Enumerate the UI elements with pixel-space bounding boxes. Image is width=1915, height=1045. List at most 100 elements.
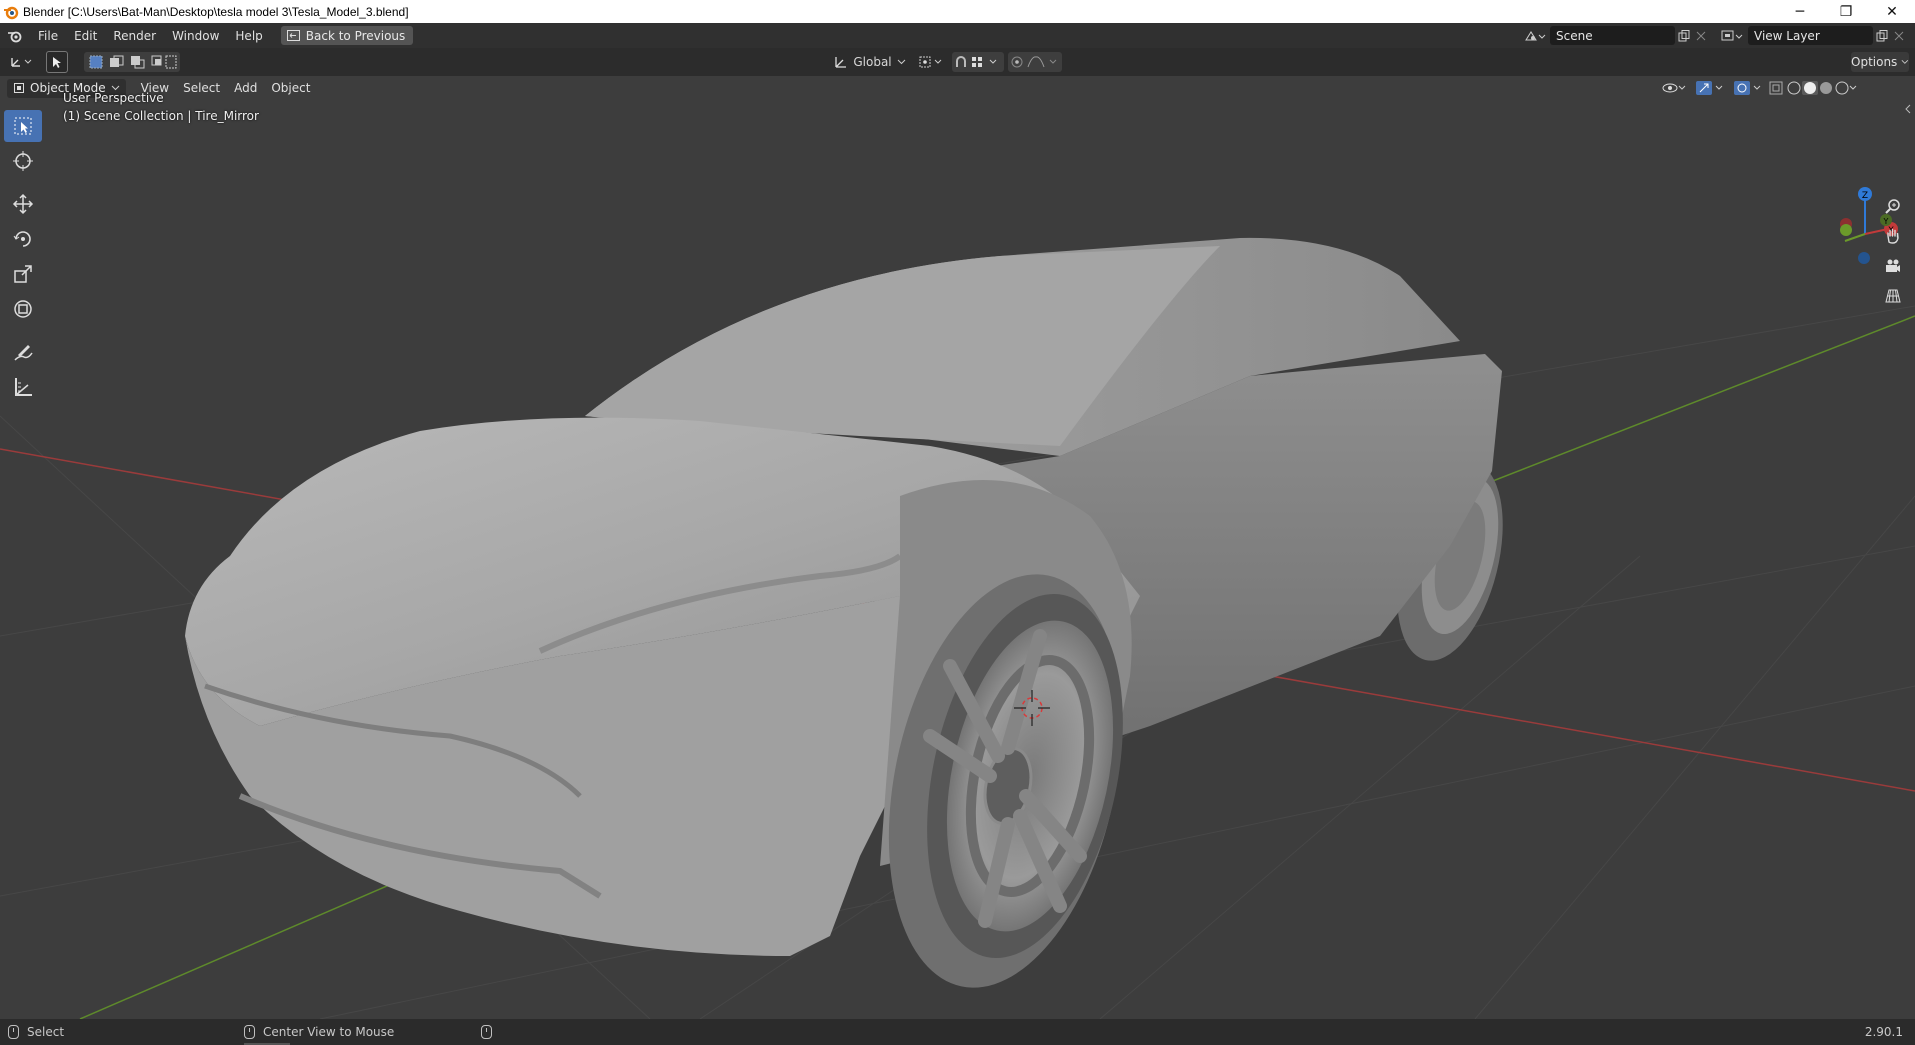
restore-button[interactable]: ❐ — [1823, 0, 1869, 23]
delete-scene-button[interactable] — [1693, 26, 1709, 45]
x-icon — [1894, 31, 1904, 40]
snap-icon — [956, 56, 997, 67]
scene-icon — [1525, 30, 1546, 40]
mouse-middle-icon — [244, 1025, 255, 1039]
blender-icon — [8, 31, 22, 42]
tool-annotate[interactable] — [4, 336, 42, 368]
restore-icon: ❐ — [1839, 3, 1853, 20]
tool-rotate[interactable] — [4, 223, 42, 255]
select-box-icon — [14, 117, 32, 135]
tool-cursor[interactable] — [4, 145, 42, 177]
cursor-icon — [13, 151, 33, 171]
menu-edit[interactable]: Edit — [66, 25, 105, 47]
sidebar-toggle[interactable] — [1902, 96, 1914, 122]
orientation-icon — [835, 57, 847, 68]
x-icon — [1696, 31, 1706, 40]
rendered-shading-icon — [1835, 81, 1849, 95]
grid-perspective-icon — [1885, 289, 1901, 303]
gizmo-z-label: Z — [1862, 191, 1868, 201]
transform-orientation-dropdown[interactable]: Global — [830, 52, 910, 72]
tool-scale[interactable] — [4, 258, 42, 290]
cursor-arrow-icon — [53, 57, 61, 68]
viewport-shading-controls[interactable] — [1660, 80, 1910, 96]
status-select-hint: Select — [8, 1025, 64, 1039]
viewport-menu-object[interactable]: Object — [264, 81, 317, 95]
visibility-icon — [1662, 83, 1686, 93]
close-icon: ✕ — [1886, 3, 1898, 20]
chevron-left-icon — [1905, 104, 1911, 114]
minimize-icon: ─ — [1795, 3, 1805, 20]
viewport-header: Object Mode View Select Add Object — [0, 76, 1915, 100]
scene-browse-button[interactable] — [1521, 26, 1549, 45]
menu-file[interactable]: File — [30, 25, 66, 47]
status-right-hint — [481, 1025, 492, 1039]
top-bar: File Edit Render Window Help Back to Pre… — [0, 23, 1915, 48]
toolbar — [4, 110, 42, 406]
status-select-label: Select — [27, 1025, 65, 1039]
viewport-menu-select[interactable]: Select — [176, 81, 227, 95]
camera-icon — [1886, 259, 1900, 272]
tool-select-box[interactable] — [4, 110, 42, 142]
status-center-view-label: Center View to Mouse — [263, 1025, 395, 1039]
duplicate-icon — [1876, 29, 1888, 41]
screen-icon — [286, 30, 300, 41]
menu-window[interactable]: Window — [164, 25, 227, 47]
window-title: Blender [C:\Users\Bat-Man\Desktop\tesla … — [23, 4, 409, 19]
solid-shading-icon — [1804, 82, 1816, 94]
minimize-button[interactable]: ─ — [1777, 0, 1823, 23]
hand-icon — [1887, 228, 1899, 244]
options-dropdown[interactable]: Options — [1851, 52, 1909, 72]
tool-measure[interactable] — [4, 371, 42, 403]
3d-viewport[interactable]: Z Y X Object Mode View Select Add Object — [0, 76, 1915, 1019]
back-to-previous-button[interactable]: Back to Previous — [280, 26, 414, 45]
viewport-scene[interactable]: Z Y X — [0, 76, 1915, 1019]
view-layer-name-field[interactable]: View Layer — [1748, 26, 1873, 45]
active-tool-button[interactable] — [46, 51, 68, 73]
orientation-label: Global — [853, 55, 892, 69]
proportional-edit-icon — [1011, 56, 1057, 68]
active-collection: (1) Scene Collection | Tire_Mirror — [63, 109, 259, 123]
editor-type-button[interactable] — [6, 52, 38, 72]
proportional-editing-group[interactable] — [1008, 52, 1062, 72]
camera-view-button[interactable] — [1880, 253, 1906, 279]
status-center-view-hint: Center View to Mouse — [244, 1025, 394, 1039]
zoom-icon — [1885, 199, 1900, 214]
delete-view-layer-button[interactable] — [1891, 26, 1907, 45]
material-shading-icon — [1820, 82, 1832, 94]
tool-settings-bar: Global Options — [0, 48, 1915, 76]
status-bar: Select Center View to Mouse 2.90.1 — [0, 1019, 1915, 1045]
close-window-button[interactable]: ✕ — [1869, 0, 1915, 23]
blender-menu-button[interactable] — [4, 25, 26, 47]
back-to-previous-label: Back to Previous — [305, 28, 406, 43]
status-version: 2.90.1 — [1865, 1025, 1903, 1039]
viewport-menu-add[interactable]: Add — [227, 81, 264, 95]
snapping-group[interactable] — [952, 52, 1004, 72]
pan-view-button[interactable] — [1880, 223, 1906, 249]
menu-help[interactable]: Help — [227, 25, 270, 47]
tool-transform[interactable] — [4, 293, 42, 325]
selection-mode-icons — [89, 55, 177, 69]
scene-name-field[interactable]: Scene — [1550, 26, 1675, 45]
move-icon — [12, 193, 34, 215]
new-scene-button[interactable] — [1675, 26, 1693, 45]
rotate-icon — [13, 231, 31, 247]
view-layer-browse-button[interactable] — [1718, 26, 1746, 45]
duplicate-icon — [1678, 29, 1690, 41]
pivot-point-dropdown[interactable] — [916, 52, 948, 72]
menu-render[interactable]: Render — [105, 25, 164, 47]
3d-viewport-icon — [11, 58, 32, 67]
new-view-layer-button[interactable] — [1873, 26, 1891, 45]
chevron-down-icon — [1901, 59, 1909, 64]
scale-icon — [14, 265, 32, 283]
mouse-left-icon — [8, 1025, 19, 1039]
pivot-icon — [919, 56, 942, 68]
measure-icon — [15, 378, 32, 396]
mouse-right-icon — [481, 1025, 492, 1039]
perspective-toggle-button[interactable] — [1880, 283, 1906, 309]
version-label: 2.90.1 — [1864, 1025, 1903, 1039]
zoom-view-button[interactable] — [1880, 193, 1906, 219]
scene-name: Scene — [1556, 28, 1593, 43]
tool-move[interactable] — [4, 188, 42, 220]
transform-icon — [14, 300, 32, 318]
blender-logo-icon — [4, 6, 19, 19]
